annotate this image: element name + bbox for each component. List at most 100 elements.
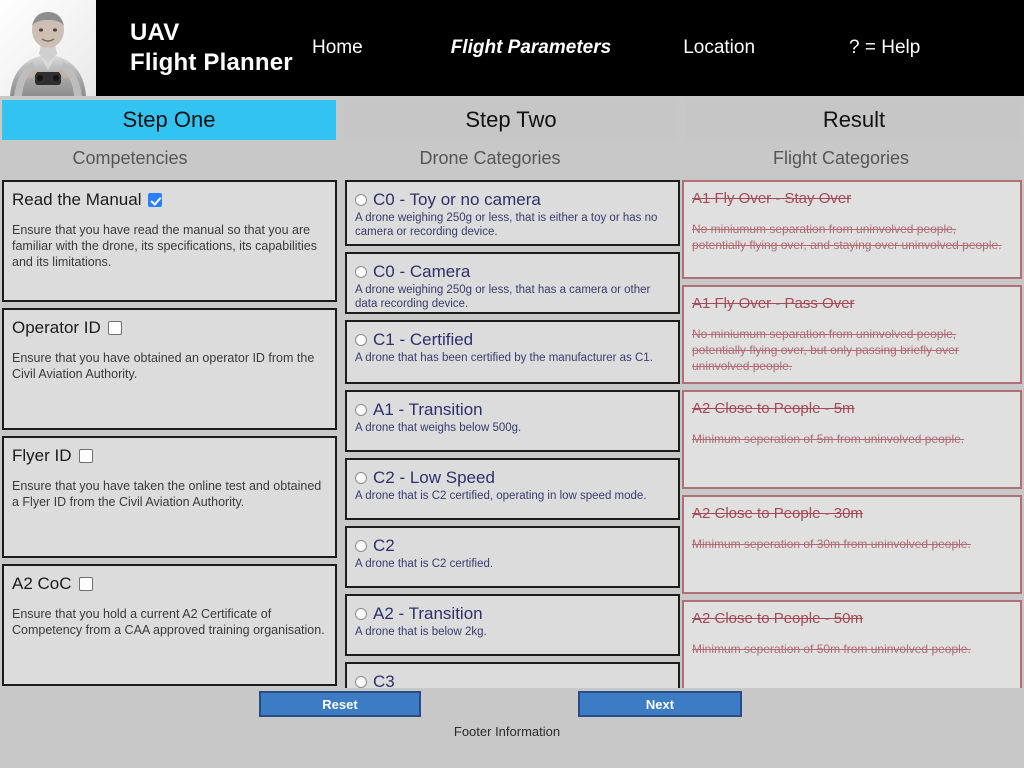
footer-information: Footer Information <box>453 724 561 739</box>
flight-description: No miniumum separation from uninvolved p… <box>692 222 1002 253</box>
flight-description: Minimum seperation of 30m from uninvolve… <box>692 537 971 551</box>
brand: UAV Flight Planner <box>96 0 306 96</box>
drone-category-card[interactable]: C1 - Certified A drone that has been cer… <box>345 320 680 384</box>
competency-description: Ensure that you have read the manual so … <box>12 223 317 269</box>
drone-description: A drone that weighs below 500g. <box>355 422 522 434</box>
drone-label: C3 <box>373 672 395 688</box>
drone-category-card[interactable]: A1 - Transition A drone that weighs belo… <box>345 390 680 452</box>
drone-category-card-partial[interactable]: C3 <box>345 662 680 688</box>
flight-description: Minimum seperation of 50m from uninvolve… <box>692 642 971 656</box>
drone-description: A drone weighing 250g or less, that has … <box>355 284 651 311</box>
app-window: UAV Flight Planner Home Flight Parameter… <box>0 0 1024 768</box>
drone-category-card[interactable]: C0 - Toy or no camera A drone weighing 2… <box>345 180 680 246</box>
drone-label: A1 - Transition <box>373 400 483 419</box>
competency-description: Ensure that you have taken the online te… <box>12 479 322 509</box>
drone-radio[interactable] <box>355 540 367 552</box>
competency-card[interactable]: Operator ID Ensure that you have obtaine… <box>2 308 337 430</box>
flight-category-card: A1 Fly Over - Pass Over No miniumum sepa… <box>682 285 1022 384</box>
subtitle-flight-categories: Flight Categories <box>772 148 910 168</box>
flight-label: A2 Close to People - 5m <box>692 400 855 417</box>
flight-label: A2 Close to People - 50m <box>692 610 863 627</box>
flight-categories-column[interactable]: A1 Fly Over - Stay Over No miniumum sepa… <box>682 180 1022 688</box>
drone-radio[interactable] <box>355 334 367 346</box>
drone-category-card[interactable]: A2 - Transition A drone that is below 2k… <box>345 594 680 656</box>
flight-label: A2 Close to People - 30m <box>692 505 863 522</box>
brand-line-two: Flight Planner <box>130 49 293 76</box>
competency-checkbox[interactable] <box>78 577 93 591</box>
flight-category-card: A2 Close to People - 5m Minimum seperati… <box>682 390 1022 489</box>
drone-title-row: C0 - Camera <box>355 262 670 282</box>
drone-radio[interactable] <box>355 676 367 688</box>
drone-label: C1 - Certified <box>373 330 474 349</box>
next-button[interactable]: Next <box>578 691 742 717</box>
flight-label: A1 Fly Over - Pass Over <box>692 295 855 312</box>
competency-checkbox[interactable] <box>148 193 163 207</box>
drone-description: A drone that is below 2kg. <box>355 626 487 638</box>
tab-result[interactable]: Result <box>686 100 1022 140</box>
drone-label: A2 - Transition <box>373 604 483 623</box>
nav-item-flight-parameters[interactable]: Flight Parameters <box>449 33 614 63</box>
subtitle-drone-categories: Drone Categories <box>419 148 561 168</box>
drone-title-row: A2 - Transition <box>355 604 670 624</box>
competency-label: Flyer ID <box>12 446 72 465</box>
drone-radio[interactable] <box>355 194 367 206</box>
nav-item-location[interactable]: Location <box>681 33 757 63</box>
competency-card[interactable]: Flyer ID Ensure that you have taken the … <box>2 436 337 558</box>
competency-label: Operator ID <box>12 318 101 337</box>
drone-title-row: C0 - Toy or no camera <box>355 190 670 210</box>
drone-title-row: C3 <box>355 672 670 688</box>
competency-checkbox[interactable] <box>107 321 122 335</box>
competencies-column[interactable]: Read the Manual Ensure that you have rea… <box>2 180 337 688</box>
avatar <box>0 0 96 96</box>
drone-title-row: C2 <box>355 536 670 556</box>
flight-description: Minimum seperation of 5m from uninvolved… <box>692 432 965 446</box>
nav-item-home[interactable]: Home <box>310 33 365 63</box>
drone-label: C0 - Camera <box>373 262 471 281</box>
drone-title-row: C1 - Certified <box>355 330 670 350</box>
drone-description: A drone that has been certified by the m… <box>355 352 653 364</box>
flight-category-card: A1 Fly Over - Stay Over No miniumum sepa… <box>682 180 1022 279</box>
competency-description: Ensure that you hold a current A2 Certif… <box>12 607 325 637</box>
competency-title-row: A2 CoC <box>12 574 327 594</box>
footer: Reset Next Footer Information <box>0 688 1024 768</box>
drone-categories-column[interactable]: C0 - Toy or no camera A drone weighing 2… <box>345 180 680 688</box>
competency-card[interactable]: A2 CoC Ensure that you hold a current A2… <box>2 564 337 686</box>
competency-checkbox[interactable] <box>78 449 93 463</box>
flight-label: A1 Fly Over - Stay Over <box>692 190 852 207</box>
step-subtitles: Competencies Drone Categories Flight Cat… <box>0 148 1024 178</box>
app-header: UAV Flight Planner Home Flight Parameter… <box>0 0 1024 96</box>
drone-title-row: C2 - Low Speed <box>355 468 670 488</box>
competency-label: A2 CoC <box>12 574 72 593</box>
drone-category-card[interactable]: C2 - Low Speed A drone that is C2 certif… <box>345 458 680 520</box>
competency-description: Ensure that you have obtained an operato… <box>12 351 315 381</box>
drone-category-card[interactable]: C2 A drone that is C2 certified. <box>345 526 680 588</box>
drone-title-row: A1 - Transition <box>355 400 670 420</box>
flight-category-card: A2 Close to People - 30m Minimum seperat… <box>682 495 1022 594</box>
reset-button[interactable]: Reset <box>259 691 421 717</box>
subtitle-competencies: Competencies <box>72 148 188 168</box>
tab-step-one[interactable]: Step One <box>2 100 336 140</box>
drone-radio[interactable] <box>355 608 367 620</box>
drone-label: C0 - Toy or no camera <box>373 190 541 209</box>
drone-description: A drone that is C2 certified. <box>355 558 494 570</box>
drone-description: A drone that is C2 certified, operating … <box>355 490 647 502</box>
competency-label: Read the Manual <box>12 190 142 209</box>
drone-category-card[interactable]: C0 - Camera A drone weighing 250g or les… <box>345 252 680 314</box>
competency-title-row: Flyer ID <box>12 446 327 466</box>
drone-description: A drone weighing 250g or less, that is e… <box>355 212 658 239</box>
tab-step-two[interactable]: Step Two <box>344 100 678 140</box>
flight-description: No miniumum separation from uninvolved p… <box>692 327 959 374</box>
flight-category-card: A2 Close to People - 50m Minimum seperat… <box>682 600 1022 688</box>
nav-item-help[interactable]: ? = Help <box>847 33 922 63</box>
step-tabs: Step One Step Two Result <box>0 100 1024 140</box>
competency-card[interactable]: Read the Manual Ensure that you have rea… <box>2 180 337 302</box>
drone-radio[interactable] <box>355 266 367 278</box>
drone-radio[interactable] <box>355 472 367 484</box>
drone-radio[interactable] <box>355 404 367 416</box>
competency-title-row: Operator ID <box>12 318 327 338</box>
avatar-photo-icon <box>0 0 96 96</box>
drone-label: C2 - Low Speed <box>373 468 495 487</box>
content-columns: Read the Manual Ensure that you have rea… <box>0 180 1024 688</box>
drone-label: C2 <box>373 536 395 555</box>
competency-title-row: Read the Manual <box>12 190 327 210</box>
